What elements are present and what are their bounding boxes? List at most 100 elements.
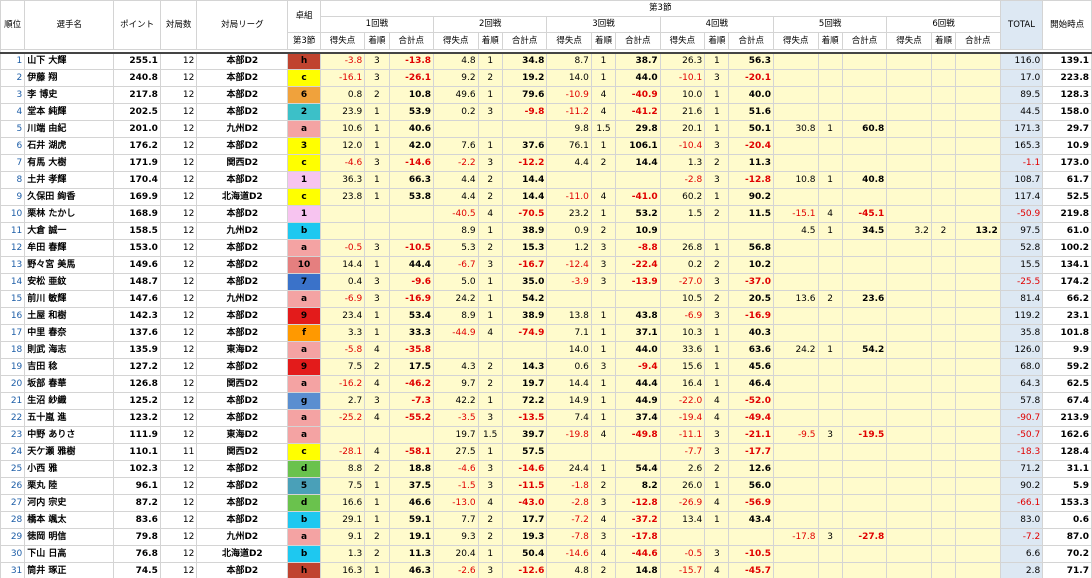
round-1-sum-cell[interactable]: [388, 222, 435, 240]
round-6-sum-cell[interactable]: 13.2: [955, 222, 1001, 240]
round-2-place-cell[interactable]: 4: [477, 494, 503, 512]
round-5-sum-cell[interactable]: [841, 137, 888, 155]
round-2-place-cell[interactable]: 2: [477, 69, 503, 87]
round-2-sum-cell[interactable]: 54.2: [501, 290, 548, 308]
round-6-sum-cell[interactable]: [955, 137, 1001, 155]
round-2-place-cell[interactable]: 1: [477, 545, 503, 563]
round-4-place-cell[interactable]: 3: [704, 273, 730, 291]
round-4-sum-cell[interactable]: -52.0: [728, 392, 774, 410]
total-cell[interactable]: 116.0: [999, 52, 1044, 70]
round-5-score-cell[interactable]: [772, 494, 819, 512]
round-2-sum-cell[interactable]: 34.8: [501, 52, 548, 70]
table-row[interactable]: 7 有馬 大樹 171.9 12 関西D2 c -4.6 3 -14.6 -2.2 3 -12.2 4.…: [0, 154, 1092, 172]
rank-cell[interactable]: 8: [0, 171, 26, 189]
round-2-sum-cell[interactable]: [501, 341, 548, 359]
rank-cell[interactable]: 15: [0, 290, 26, 308]
rank-cell[interactable]: 5: [0, 120, 26, 138]
round-2-score-cell[interactable]: 9.3: [433, 528, 479, 546]
round-6-place-cell[interactable]: [930, 239, 957, 257]
start-cell[interactable]: 61.7: [1042, 171, 1092, 189]
player-name-cell[interactable]: 野々宮 美馬: [24, 256, 115, 274]
points-cell[interactable]: 123.2: [113, 409, 161, 427]
table-row[interactable]: 11 大倉 誠一 158.5 12 九州D2 b 8.9 1 38.9 0.9 2 10.9 4.5 1 3…: [0, 222, 1092, 240]
round-4-place-cell[interactable]: 1: [704, 239, 730, 257]
league-cell[interactable]: 本部D2: [196, 205, 289, 223]
round-2-place-cell[interactable]: 1: [477, 290, 503, 308]
round-6-score-cell[interactable]: [886, 86, 932, 104]
round-6-place-cell[interactable]: [930, 562, 957, 578]
player-name-cell[interactable]: 川端 由紀: [24, 120, 115, 138]
round-5-sum-cell[interactable]: [841, 443, 888, 461]
table-group-cell[interactable]: d: [287, 494, 321, 512]
round-4-score-cell[interactable]: [659, 222, 706, 240]
round-1-sum-cell[interactable]: 44.4: [388, 256, 435, 274]
round-3-sum-cell[interactable]: 38.7: [615, 52, 661, 70]
points-cell[interactable]: 148.7: [113, 273, 161, 291]
round-4-score-cell[interactable]: 20.1: [659, 120, 706, 138]
player-name-cell[interactable]: 則武 海志: [24, 341, 115, 359]
start-cell[interactable]: 173.0: [1042, 154, 1092, 172]
round-4-score-cell[interactable]: 26.8: [659, 239, 706, 257]
round-6-place-cell[interactable]: [930, 154, 957, 172]
round-2-place-cell[interactable]: 1: [477, 222, 503, 240]
round-6-score-cell[interactable]: 3.2: [886, 222, 932, 240]
points-cell[interactable]: 96.1: [113, 477, 161, 495]
total-cell[interactable]: 71.2: [999, 460, 1044, 478]
round-2-place-cell[interactable]: 1: [477, 273, 503, 291]
round-1-sum-cell[interactable]: 18.8: [388, 460, 435, 478]
table-row[interactable]: 30 下山 日高 76.8 12 北海道D2 b 1.3 2 11.3 20.4 1 50.4 -14.…: [0, 545, 1092, 563]
round-3-place-cell[interactable]: 4: [590, 545, 617, 563]
table-row[interactable]: 23 中野 ありさ 111.9 12 東海D2 a 19.7 1.5 39.7 -19.8 4 -49…: [0, 426, 1092, 444]
round-5-score-cell[interactable]: -9.5: [772, 426, 819, 444]
round-3-sum-cell[interactable]: 14.8: [615, 562, 661, 578]
league-cell[interactable]: 本部D2: [196, 171, 289, 189]
total-cell[interactable]: 89.5: [999, 86, 1044, 104]
table-row[interactable]: 9 久保田 絢香 169.9 12 北海道D2 c 23.8 1 53.8 4.4 2 14.4 -11…: [0, 188, 1092, 206]
round-5-sum-cell[interactable]: 54.2: [841, 341, 888, 359]
round-2-place-cell[interactable]: [477, 341, 503, 359]
round-5-place-cell[interactable]: [817, 409, 843, 427]
round-6-sum-cell[interactable]: [955, 256, 1001, 274]
round-6-place-cell[interactable]: [930, 528, 957, 546]
round-1-sum-cell[interactable]: 11.3: [388, 545, 435, 563]
round-3-sum-cell[interactable]: [615, 290, 661, 308]
round-1-score-cell[interactable]: 29.1: [319, 511, 366, 529]
round-1-place-cell[interactable]: 1: [364, 120, 390, 138]
round-6-sum-cell[interactable]: [955, 103, 1001, 121]
round-2-place-cell[interactable]: 1: [477, 86, 503, 104]
games-cell[interactable]: 12: [159, 511, 198, 529]
round-6-sum-cell[interactable]: [955, 52, 1001, 70]
table-row[interactable]: 18 則武 海志 135.9 12 東海D2 a -5.8 4 -35.8 14.0 1 44.0 33…: [0, 341, 1092, 359]
round-4-sum-cell[interactable]: 51.6: [728, 103, 774, 121]
games-cell[interactable]: 12: [159, 358, 198, 376]
games-cell[interactable]: 12: [159, 256, 198, 274]
round-6-sum-cell[interactable]: [955, 375, 1001, 393]
round-5-score-cell[interactable]: [772, 324, 819, 342]
header-rank[interactable]: 順位: [0, 0, 26, 50]
games-cell[interactable]: 12: [159, 562, 198, 578]
round-5-score-cell[interactable]: [772, 409, 819, 427]
round-3-sum-cell[interactable]: 10.9: [615, 222, 661, 240]
round-4-place-cell[interactable]: 1: [704, 358, 730, 376]
round-1-score-cell[interactable]: 23.9: [319, 103, 366, 121]
round-3-score-cell[interactable]: -2.8: [546, 494, 592, 512]
round-3-place-cell[interactable]: 2: [590, 562, 617, 578]
table-group-cell[interactable]: h: [287, 562, 321, 578]
round-5-score-cell[interactable]: [772, 154, 819, 172]
round-1-place-cell[interactable]: [364, 426, 390, 444]
points-cell[interactable]: 87.2: [113, 494, 161, 512]
round-3-sum-cell[interactable]: [615, 171, 661, 189]
total-cell[interactable]: 68.0: [999, 358, 1044, 376]
round-5-sum-cell[interactable]: [841, 409, 888, 427]
total-cell[interactable]: 35.8: [999, 324, 1044, 342]
round-3-score-cell[interactable]: -11.0: [546, 188, 592, 206]
round-2-sum-cell[interactable]: -11.5: [501, 477, 548, 495]
round-2-score-cell[interactable]: -40.5: [433, 205, 479, 223]
total-cell[interactable]: 171.3: [999, 120, 1044, 138]
header-league[interactable]: 対局リーグ: [196, 0, 289, 50]
round-2-place-cell[interactable]: 2: [477, 511, 503, 529]
start-cell[interactable]: 0.6: [1042, 511, 1092, 529]
round-3-place-cell[interactable]: 3: [590, 256, 617, 274]
points-cell[interactable]: 202.5: [113, 103, 161, 121]
round-5-score-cell[interactable]: 30.8: [772, 120, 819, 138]
